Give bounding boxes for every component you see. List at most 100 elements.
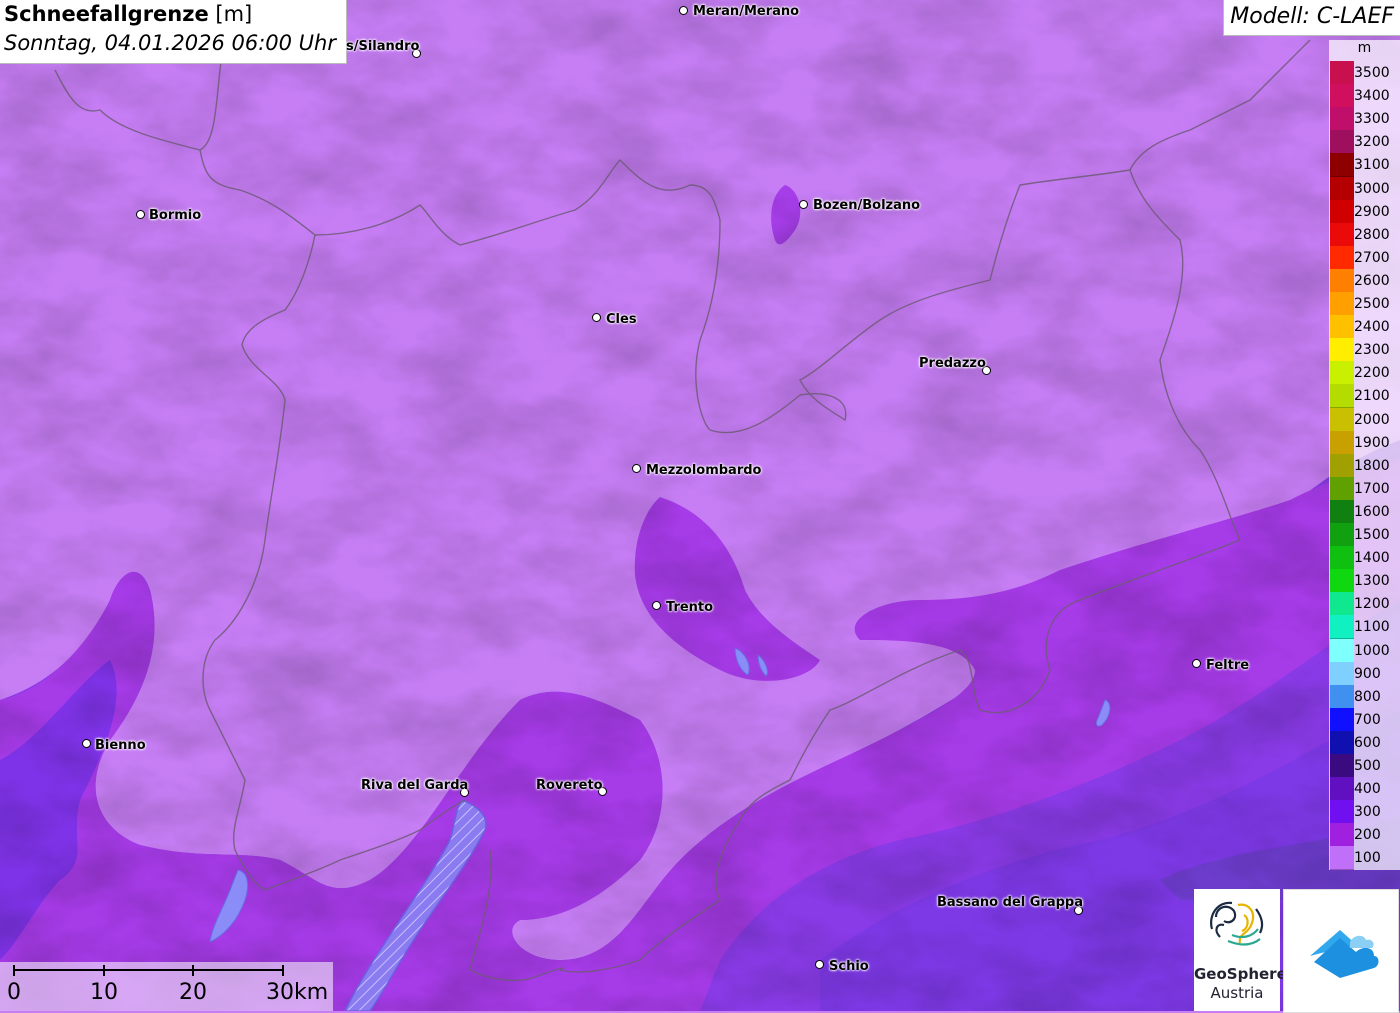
legend-swatch [1330, 638, 1354, 663]
legend-entry: 800 [1329, 684, 1400, 709]
legend-swatch [1330, 707, 1354, 732]
legend-swatch [1330, 592, 1354, 617]
city-marker[interactable] [82, 739, 91, 748]
scale-label-20: 20 [179, 980, 207, 1005]
legend-entry: 2100 [1329, 384, 1400, 409]
legend-label: 3400 [1354, 88, 1390, 105]
app-logo[interactable] [1283, 889, 1399, 1013]
legend-swatch [1330, 569, 1354, 594]
legend-swatch [1330, 754, 1354, 778]
legend-label: 100 [1354, 850, 1381, 867]
city-marker[interactable] [679, 6, 688, 15]
legend-label: 1900 [1354, 434, 1390, 451]
city-marker[interactable] [632, 464, 641, 473]
legend-entry: 2600 [1329, 268, 1400, 293]
legend-label: 3100 [1354, 157, 1390, 174]
legend-swatch [1330, 338, 1354, 363]
legend-entry: 100 [1329, 846, 1400, 871]
city-label: Bienno [95, 738, 146, 753]
legend-label: 2900 [1354, 203, 1390, 220]
legend-entry: 900 [1329, 661, 1400, 686]
legend-swatch [1330, 84, 1354, 109]
legend-swatch [1330, 268, 1354, 293]
legend-swatch [1330, 476, 1354, 501]
legend-swatch [1330, 499, 1354, 524]
legend-label: 3200 [1354, 134, 1390, 151]
legend-entry: 3200 [1329, 130, 1400, 155]
legend-entry: 2200 [1329, 361, 1400, 386]
legend-entry: 700 [1329, 707, 1400, 732]
legend-entry: 200 [1329, 823, 1400, 848]
legend-swatch [1330, 176, 1354, 201]
city-label: Trento [666, 600, 714, 615]
model-panel: Modell: C-LAEF [1223, 0, 1400, 36]
legend-entry: 600 [1329, 730, 1400, 755]
legend-label: 200 [1354, 827, 1381, 844]
legend-swatch [1330, 661, 1354, 686]
legend-label: 2300 [1354, 342, 1390, 359]
legend-swatch [1330, 800, 1354, 825]
legend-swatch [1330, 245, 1354, 270]
legend-label: 1800 [1354, 457, 1390, 474]
legend-label: 2600 [1354, 272, 1390, 289]
geosphere-logo[interactable]: GeoSphere Austria [1194, 889, 1287, 1011]
city-marker[interactable] [815, 960, 824, 969]
city-label: Cles [606, 312, 637, 327]
geosphere-mark-icon [1210, 901, 1264, 946]
legend-entry: 3400 [1329, 84, 1400, 109]
legend-swatch [1330, 361, 1354, 386]
legend-label: 1600 [1354, 503, 1390, 520]
legend-swatch [1330, 199, 1354, 224]
legend-entry: 1700 [1329, 476, 1400, 501]
legend-entry: 1300 [1329, 569, 1400, 594]
legend-swatch [1330, 315, 1354, 340]
city-label: Bozen/Bolzano [813, 198, 921, 213]
model-label: Modell: C-LAEF [1230, 4, 1394, 29]
legend-swatch [1330, 453, 1354, 478]
city-label: Rovereto [536, 778, 603, 793]
legend-entry: 2000 [1329, 407, 1400, 432]
scale-label-10: 10 [90, 980, 118, 1005]
title-panel: Schneefallgrenze [m] Sonntag, 04.01.2026… [0, 0, 347, 64]
legend-swatch [1330, 730, 1354, 755]
city-label: Bassano del Grappa [937, 895, 1083, 910]
map-canvas[interactable] [0, 0, 1400, 1011]
legend-swatch [1330, 523, 1354, 547]
geosphere-country: Austria [1210, 984, 1264, 1002]
city-marker[interactable] [136, 210, 145, 219]
legend-entry: 1600 [1329, 499, 1400, 524]
city-label: Schio [829, 959, 869, 974]
legend-swatch [1330, 684, 1354, 709]
city-marker[interactable] [1192, 659, 1201, 668]
legend-label: 1300 [1354, 573, 1390, 590]
legend-label: 1200 [1354, 596, 1390, 613]
legend-swatch [1330, 153, 1354, 178]
legend-label: 2100 [1354, 388, 1390, 405]
city-marker[interactable] [799, 200, 808, 209]
legend-entry: 2400 [1329, 315, 1400, 340]
legend-swatch [1330, 222, 1354, 247]
city-label: Bormio [149, 208, 202, 223]
legend-label: 3000 [1354, 180, 1390, 197]
legend-label: 600 [1354, 734, 1381, 751]
city-marker[interactable] [592, 313, 601, 322]
legend-label: 2000 [1354, 411, 1390, 428]
legend-label: 2400 [1354, 319, 1390, 336]
terrain-relief [0, 0, 1400, 1011]
city-label: Mezzolombardo [646, 463, 762, 478]
legend-entry: 400 [1329, 777, 1400, 802]
legend-entry: 300 [1329, 800, 1400, 825]
scale-bar: 0 10 20 30km [0, 962, 333, 1011]
legend-swatch [1330, 846, 1354, 871]
legend-label: 3500 [1354, 65, 1390, 81]
city-marker[interactable] [652, 601, 661, 610]
legend-label: 900 [1354, 665, 1381, 682]
legend-label: 3300 [1354, 111, 1390, 128]
legend-swatch [1330, 777, 1354, 802]
legend-label: 1500 [1354, 527, 1390, 543]
legend-label: 2800 [1354, 226, 1390, 243]
legend-swatch [1330, 823, 1354, 848]
city-label: s/Silandro [346, 39, 420, 54]
legend-label: 1700 [1354, 480, 1390, 497]
legend-swatch [1330, 130, 1354, 155]
